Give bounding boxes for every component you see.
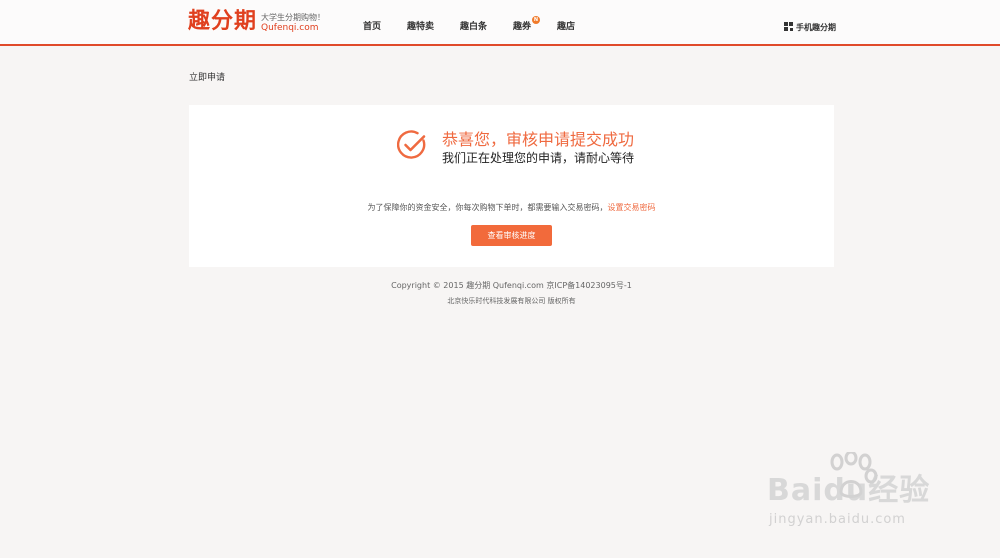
nav-item-flash-sale[interactable]: 趣特卖 [407, 21, 434, 33]
nav-item-credit[interactable]: 趣白条 [460, 21, 487, 33]
result-card: 恭喜您，审核申请提交成功 我们正在处理您的申请，请耐心等待 为了保障你的资金安全… [189, 105, 834, 267]
nav-item-store[interactable]: 趣店 [557, 21, 575, 33]
nav-item-home[interactable]: 首页 [363, 21, 381, 33]
mobile-app-link[interactable]: 手机趣分期 [784, 22, 836, 33]
mobile-app-label: 手机趣分期 [796, 23, 836, 32]
new-badge: N [532, 16, 540, 24]
site-domain: Qufenqi.com [261, 23, 319, 33]
success-check-icon [397, 130, 426, 159]
watermark-url: jingyan.baidu.com [769, 512, 906, 527]
site-slogan: 大学生分期购物！ [261, 13, 325, 22]
watermark-logo: Baidu经验 [767, 473, 931, 508]
footer-company: 北京快乐时代科技发展有限公司 版权所有 [447, 297, 576, 305]
security-notice: 为了保障你的资金安全，你每次购物下单时，都需要输入交易密码，设置交易密码 [189, 202, 834, 214]
view-review-progress-button[interactable]: 查看审核进度 [471, 225, 552, 246]
top-header: 趣分期 大学生分期购物！ Qufenqi.com 首页 趣特卖 趣白条 趣券 趣… [0, 0, 1000, 46]
qr-code-icon [784, 22, 793, 31]
nav-item-coupons[interactable]: 趣券 [513, 21, 531, 33]
site-logo[interactable]: 趣分期 [188, 9, 257, 35]
set-trade-password-link[interactable]: 设置交易密码 [608, 203, 656, 212]
success-subtitle: 我们正在处理您的申请，请耐心等待 [442, 151, 635, 165]
paw-icon [830, 452, 878, 498]
baidu-watermark: Baidu经验 jingyan.baidu.com [765, 452, 955, 542]
success-title: 恭喜您，审核申请提交成功 [442, 130, 635, 149]
security-notice-text: 为了保障你的资金安全，你每次购物下单时，都需要输入交易密码， [367, 203, 608, 212]
footer-copyright: Copyright © 2015 趣分期 Qufenqi.com 京ICP备14… [391, 281, 632, 290]
breadcrumb: 立即申请 [189, 73, 226, 83]
